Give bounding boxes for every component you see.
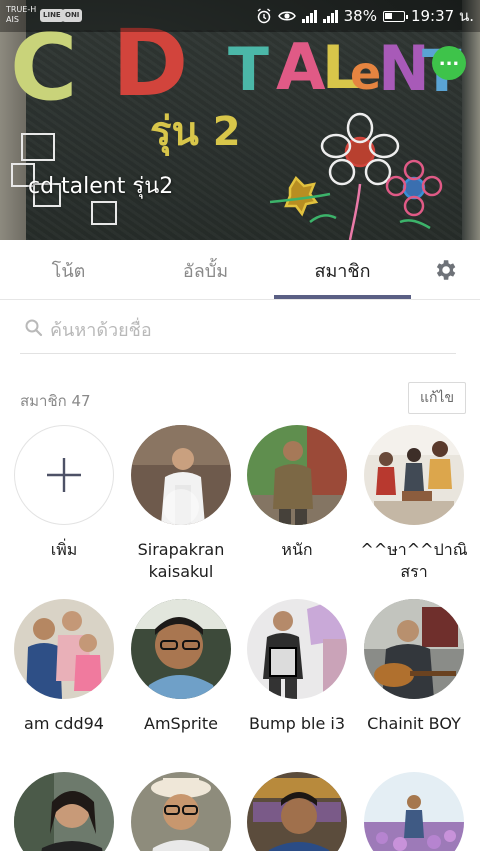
- cell-signal-icon: [322, 9, 338, 23]
- edit-button[interactable]: แก้ไข: [408, 382, 466, 414]
- battery-percent: 38%: [343, 7, 377, 25]
- settings-gear-icon[interactable]: [432, 257, 458, 283]
- tab-albums-label: อัลบั้ม: [182, 260, 229, 282]
- group-name-title: cd talent รุ่น2: [28, 174, 174, 199]
- active-tab-indicator: [274, 295, 411, 299]
- member-avatar: [247, 772, 347, 851]
- chat-bubble-icon: ...: [438, 49, 460, 70]
- carrier-line-1: TRUE-H: [6, 5, 37, 14]
- member-name: Sirapakran kaisakul: [137, 540, 225, 581]
- member-name: Bump ble i3: [248, 714, 346, 733]
- group-cover-photo: C D T A L e N T รุ่น 2: [0, 0, 480, 240]
- member-name: หนัก: [281, 540, 313, 559]
- chat-button[interactable]: ...: [432, 46, 466, 80]
- member-avatar: [247, 599, 347, 699]
- chalk-letter-e: e: [350, 46, 381, 100]
- member-card[interactable]: [238, 772, 356, 851]
- member-card[interactable]: am cdd94: [5, 599, 123, 735]
- member-avatar: [131, 599, 231, 699]
- tab-albums[interactable]: อัลบั้ม: [137, 240, 274, 300]
- member-photo: [14, 772, 114, 851]
- cover-right-edge: [462, 0, 480, 240]
- member-photo: [364, 772, 464, 851]
- member-photo: [247, 599, 347, 699]
- member-card[interactable]: [122, 772, 240, 851]
- member-photo: [131, 425, 231, 525]
- member-name: AmSprite: [144, 714, 218, 733]
- member-name: ^^ษา^^ปาณิ สรา: [360, 540, 468, 581]
- eye-icon: [277, 11, 296, 21]
- member-card[interactable]: หนัก: [238, 425, 356, 561]
- members-count-label: สมาชิก 47: [20, 392, 91, 410]
- member-card[interactable]: [355, 772, 473, 851]
- chalk-flower-drawing: [269, 112, 443, 240]
- member-card[interactable]: Chainit BOY: [355, 599, 473, 735]
- status-bar: TRUE-H AIS LINE ONI 38% 19:37 น.: [0, 0, 480, 32]
- member-avatar: [364, 599, 464, 699]
- chalk-letter-a: A: [276, 31, 326, 105]
- tab-bar: โน้ต อัลบั้ม สมาชิก: [0, 240, 480, 300]
- member-name: am cdd94: [24, 714, 104, 733]
- clock: 19:37 น.: [410, 7, 474, 25]
- member-photo: [364, 599, 464, 699]
- oni-notification-icon: ONI: [62, 9, 83, 22]
- member-avatar: [247, 425, 347, 525]
- carrier-line-2: AIS: [6, 15, 19, 24]
- member-avatar: [131, 425, 231, 525]
- member-photo: [131, 599, 231, 699]
- member-photo: [247, 425, 347, 525]
- chalk-letter-c: C: [10, 14, 78, 121]
- member-card[interactable]: [5, 772, 123, 851]
- wifi-signal-icon: [301, 9, 317, 23]
- member-name: Chainit BOY: [367, 714, 461, 733]
- tab-members[interactable]: สมาชิก: [274, 240, 411, 300]
- search-icon: [25, 319, 43, 337]
- carrier-label: TRUE-H AIS: [6, 5, 36, 25]
- add-member-button[interactable]: เพิ่ม: [5, 425, 123, 561]
- member-photo: [131, 772, 231, 851]
- member-card[interactable]: Bump ble i3: [238, 599, 356, 735]
- tab-notes-label: โน้ต: [51, 260, 86, 282]
- member-card[interactable]: Sirapakran kaisakul: [122, 425, 240, 583]
- member-avatar: [364, 425, 464, 525]
- status-indicators: 38% 19:37 น.: [256, 6, 474, 26]
- alarm-icon: [257, 8, 271, 24]
- chalk-letter-t: T: [228, 35, 269, 105]
- plus-icon: [47, 458, 81, 492]
- member-search-bar: [20, 306, 456, 354]
- member-photo: [14, 599, 114, 699]
- search-input[interactable]: [50, 314, 450, 346]
- member-avatar: [14, 772, 114, 851]
- member-card[interactable]: AmSprite: [122, 599, 240, 735]
- tab-notes[interactable]: โน้ต: [0, 240, 137, 300]
- chalk-subtitle: รุ่น 2: [150, 109, 241, 155]
- member-photo: [247, 772, 347, 851]
- member-photo: [364, 425, 464, 525]
- tab-members-label: สมาชิก: [314, 260, 371, 282]
- line-notification-icon: LINE: [40, 9, 64, 22]
- member-avatar: [364, 772, 464, 851]
- member-avatar: [131, 772, 231, 851]
- battery-icon: [382, 10, 408, 22]
- member-avatar: [14, 599, 114, 699]
- add-member-label: เพิ่ม: [50, 540, 78, 559]
- add-member-avatar: [14, 425, 114, 525]
- member-card[interactable]: ^^ษา^^ปาณิ สรา: [355, 425, 473, 583]
- chalk-letter-n: N: [378, 32, 430, 105]
